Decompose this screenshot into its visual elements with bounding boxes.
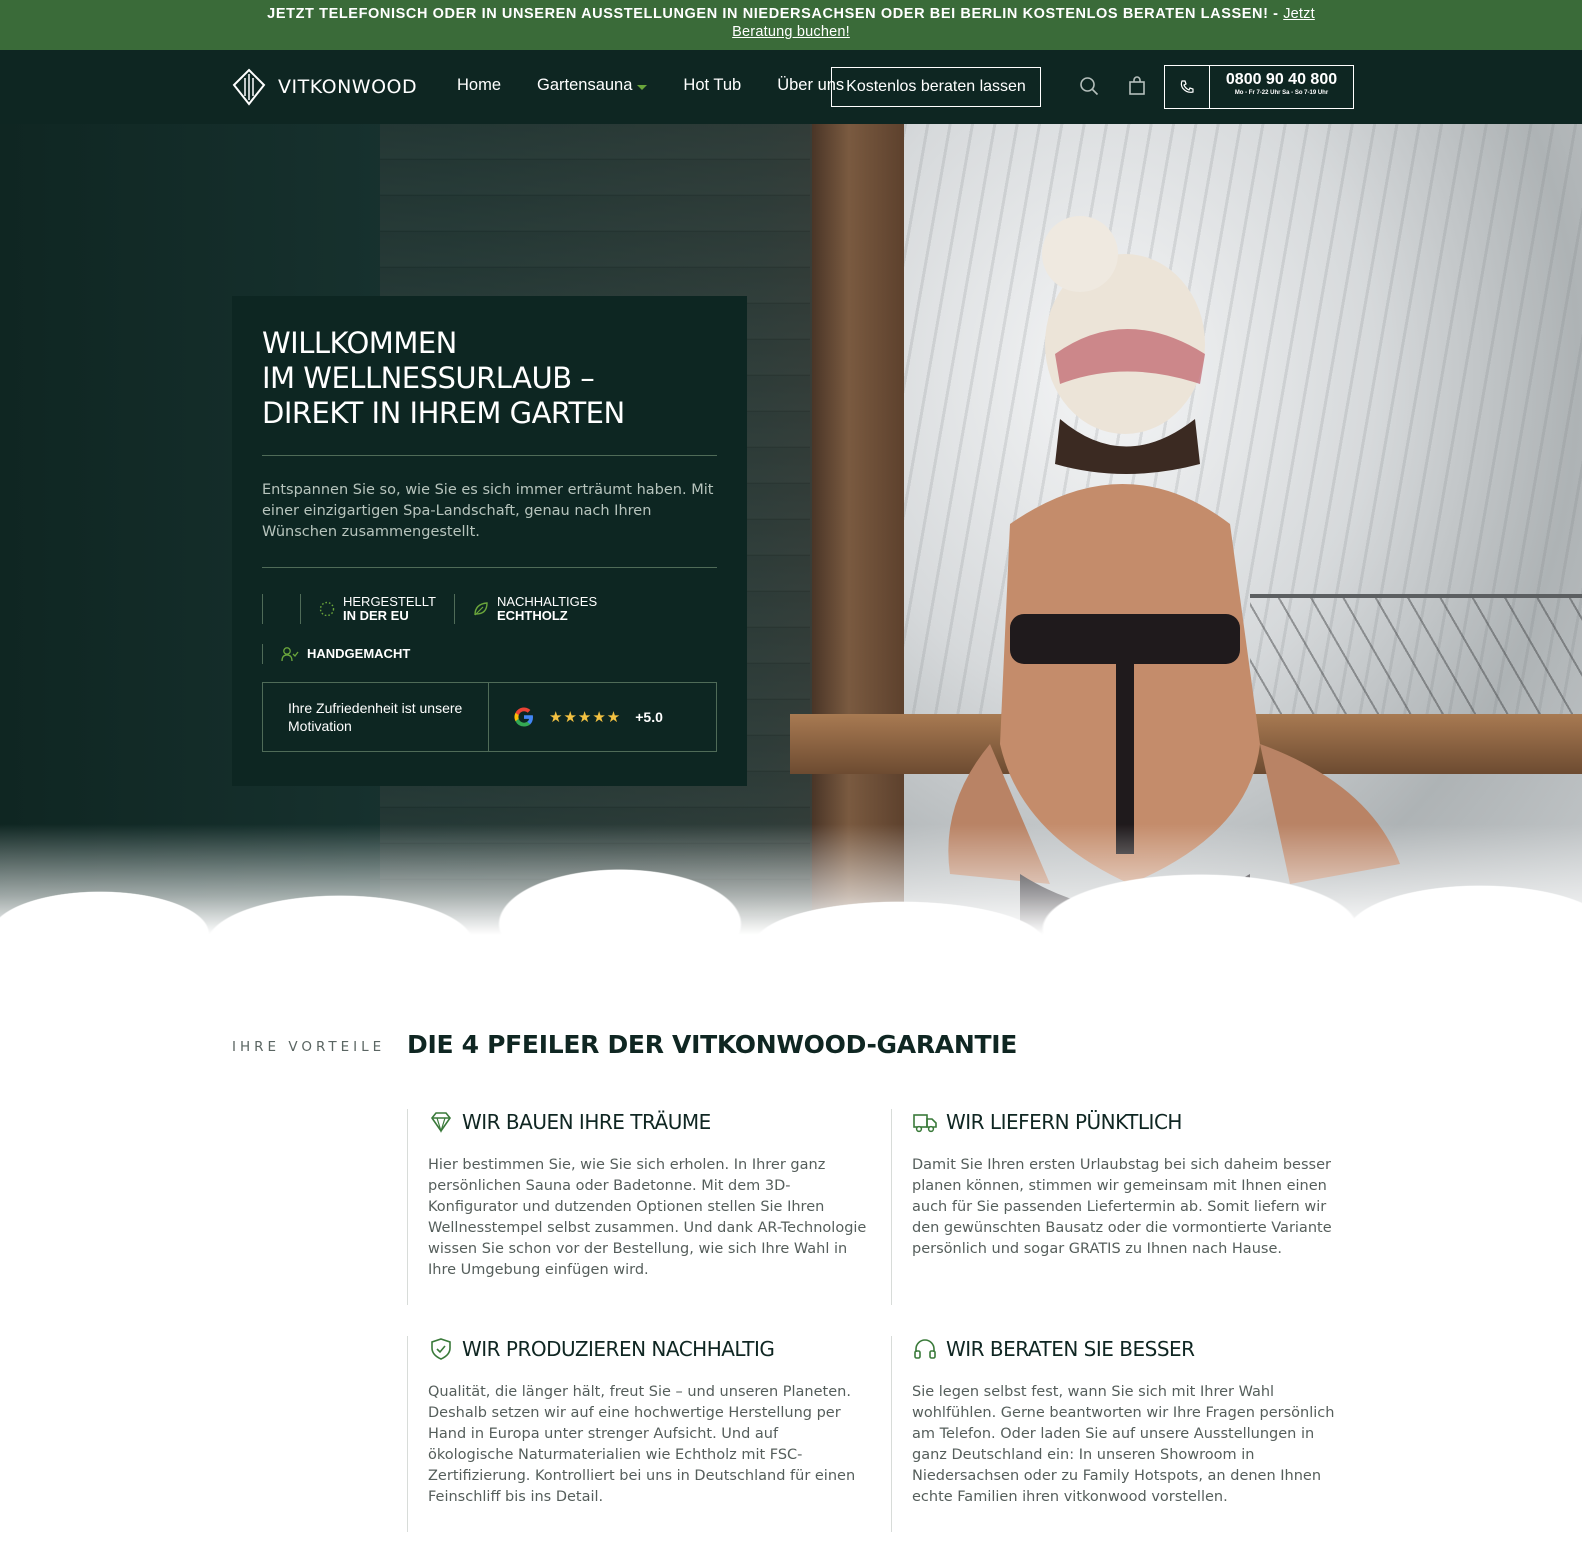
feature-head: WIR BERATEN SIE BESSER <box>912 1336 1351 1362</box>
nav-gartensauna-label: Gartensauna <box>537 76 633 94</box>
feature-head: WIR BAUEN IHRE TRÄUME <box>428 1109 867 1135</box>
feature-head: WIR LIEFERN PÜNKTLICH <box>912 1109 1351 1135</box>
trust-badges: HERGESTELLT IN DER EU NACHHALTIGES ECHTHOL… <box>262 592 717 626</box>
badge-handmade-text: HANDGEMACHT <box>307 647 410 661</box>
rating-stars: ★★★★★ <box>549 709 622 726</box>
section-eyebrow: IHRE VORTEILE <box>232 1039 386 1055</box>
google-icon <box>514 707 533 727</box>
badge-spacer <box>262 594 300 624</box>
section-title: DIE 4 PFEILER DER VITKONWOOD-GARANTIE <box>407 1030 1017 1059</box>
cart-icon[interactable] <box>1127 76 1147 101</box>
google-rating[interactable]: ★★★★★ +5.0 <box>489 683 716 751</box>
site-header: VITKONWOOD Home Gartensauna Hot Tub Über… <box>0 50 1582 124</box>
badge-bottom-label: IN DER EU <box>343 608 409 623</box>
badge-made-in-eu-text: HERGESTELLT IN DER EU <box>343 595 436 623</box>
hero-title-line: IM WELLNESSURLAUB – <box>262 361 595 395</box>
phone-icon <box>1165 66 1210 108</box>
hero-description: Entspannen Sie so, wie Sie es sich immer… <box>262 482 714 540</box>
badge-top-label: NACHHALTIGES <box>496 594 598 609</box>
feature-text: Damit Sie Ihren ersten Urlaubstag bei si… <box>912 1157 1332 1257</box>
badge-made-in-eu: HERGESTELLT IN DER EU <box>300 594 454 624</box>
nav-hot-tub-label: Hot Tub <box>683 76 742 94</box>
badge-handmade: HANDGEMACHT <box>262 644 717 664</box>
rating-value: +5.0 <box>635 709 663 725</box>
hero-card: WILLKOMMEN IM WELLNESSURLAUB – DIREKT IN… <box>232 296 747 786</box>
user-check-icon <box>281 647 299 662</box>
badge-bottom-label: HANDGEMACHT <box>307 646 411 661</box>
announcement-text: JETZT TELEFONISCH ODER IN UNSEREN AUSSTE… <box>267 6 1284 22</box>
badge-sustainable-wood-text: NACHHALTIGES ECHTHOLZ <box>497 595 597 623</box>
eu-stars-icon <box>319 601 335 617</box>
logo-icon <box>232 68 266 106</box>
feature-title: WIR BAUEN IHRE TRÄUME <box>462 1110 711 1134</box>
feature-text: Sie legen selbst fest, wann Sie sich mit… <box>912 1384 1335 1505</box>
feature-text: Qualität, die länger hält, freut Sie – u… <box>428 1384 856 1505</box>
nav-home-label: Home <box>457 76 502 94</box>
main-nav: Home Gartensauna Hot Tub Über uns <box>457 76 880 95</box>
feature-head: WIR PRODUZIEREN NACHHALTIG <box>428 1336 867 1362</box>
divider <box>262 455 717 456</box>
feature-card: WIR PRODUZIEREN NACHHALTIG Qualität, die… <box>407 1336 867 1532</box>
phone-hours: Mo - Fr 7-22 Uhr Sa - So 7-19 Uhr <box>1234 90 1329 96</box>
hero-section: WILLKOMMEN IM WELLNESSURLAUB – DIREKT IN… <box>0 124 1582 954</box>
feature-title: WIR LIEFERN PÜNKTLICH <box>946 1110 1182 1134</box>
logo[interactable]: VITKONWOOD <box>232 68 417 106</box>
rating-box: Ihre Zufriedenheit ist unsere Motivation… <box>262 682 717 752</box>
badge-top-label: HERGESTELLT <box>343 594 436 609</box>
shield-check-icon <box>431 1338 451 1360</box>
hero-title-line: WILLKOMMEN <box>262 326 457 360</box>
diamond-icon <box>431 1112 451 1134</box>
search-icon[interactable] <box>1079 76 1099 101</box>
nav-home[interactable]: Home <box>457 76 501 95</box>
hero-title-line: DIREKT IN IHREM GARTEN <box>262 396 625 430</box>
feature-text: Hier bestimmen Sie, wie Sie sich erholen… <box>428 1157 867 1278</box>
badge-sustainable-wood: NACHHALTIGES ECHTHOLZ <box>453 594 615 624</box>
chevron-down-icon <box>637 84 648 90</box>
feature-title: WIR BERATEN SIE BESSER <box>946 1337 1195 1361</box>
feature-title: WIR PRODUZIEREN NACHHALTIG <box>462 1337 775 1361</box>
phone-button[interactable]: 0800 90 40 800 Mo - Fr 7-22 Uhr Sa - So … <box>1164 65 1354 109</box>
phone-number: 0800 90 40 800 <box>1225 71 1338 88</box>
divider <box>262 567 717 568</box>
feature-card: WIR BERATEN SIE BESSER Sie legen selbst … <box>891 1336 1351 1532</box>
phone-text: 0800 90 40 800 Mo - Fr 7-22 Uhr Sa - So … <box>1210 66 1353 108</box>
logo-text: VITKONWOOD <box>278 76 418 98</box>
leaf-icon <box>474 602 488 616</box>
feature-card: WIR LIEFERN PÜNKTLICH Damit Sie Ihren er… <box>891 1109 1351 1305</box>
nav-hot-tub[interactable]: Hot Tub <box>683 76 741 95</box>
free-consultation-button[interactable]: Kostenlos beraten lassen <box>831 67 1041 107</box>
truck-icon <box>913 1114 937 1133</box>
hero-title: WILLKOMMEN IM WELLNESSURLAUB – DIREKT IN… <box>262 326 717 431</box>
badge-bottom-label: ECHTHOLZ <box>496 608 568 623</box>
announcement-bar: JETZT TELEFONISCH ODER IN UNSEREN AUSSTE… <box>0 0 1582 50</box>
feature-card: WIR BAUEN IHRE TRÄUME Hier bestimmen Sie… <box>407 1109 867 1305</box>
rating-text: Ihre Zufriedenheit ist unsere Motivation <box>263 683 489 751</box>
cloud-divider <box>0 824 1582 954</box>
headset-icon <box>914 1339 936 1359</box>
nav-gartensauna[interactable]: Gartensauna <box>537 76 648 95</box>
